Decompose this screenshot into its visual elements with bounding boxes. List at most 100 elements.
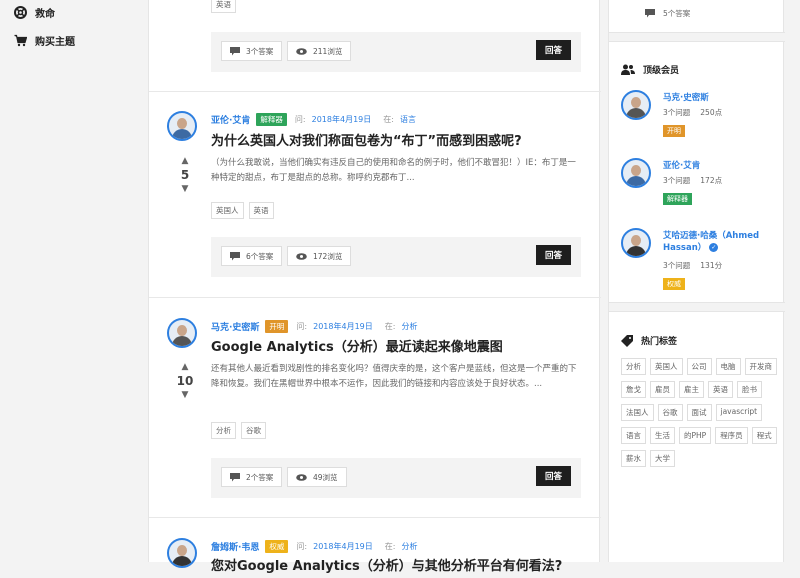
asked-label: 问: [296, 322, 308, 331]
tag-icon [621, 334, 633, 347]
question-footer: 3个答案 211浏览 回答 [211, 32, 581, 72]
vote-down-icon[interactable]: ▼ [175, 184, 195, 194]
tag[interactable]: 谷歌 [657, 404, 683, 421]
author-link[interactable]: 亚伦·艾肯 [211, 113, 250, 126]
answers-count-button[interactable]: 6个答案 [221, 246, 283, 266]
question-footer: 6个答案 172浏览 回答 [211, 237, 581, 277]
tag[interactable]: 薪水 [621, 450, 646, 467]
question-card: 亚伦·艾肯 解释器 问: 2018年4月19日 在: 语言 为什么英国人对我们称… [149, 92, 601, 298]
tag[interactable]: 法国人 [621, 404, 654, 421]
tag[interactable]: 分析 [211, 422, 236, 439]
views-count-button[interactable]: 172浏览 [287, 246, 352, 266]
question-card: 英语 3个答案 211浏览 回答 [149, 0, 601, 92]
tag[interactable]: 的PHP [679, 427, 712, 444]
tag[interactable]: 大学 [650, 450, 675, 467]
author-link[interactable]: 马克·史密斯 [211, 320, 259, 333]
question-excerpt: 还有其他人最近看到戏剧性的排名变化吗？值得庆幸的是，这个客户是蓝线，但这是一个严… [211, 364, 577, 389]
answers-count-button[interactable]: 2个答案 [221, 467, 283, 487]
question-date[interactable]: 2018年4月19日 [313, 541, 373, 552]
vote-widget: ▲ 10 ▼ [175, 362, 195, 400]
top-answers-count: 5个答案 [645, 8, 690, 19]
question-card: 詹姆斯·韦恩 权威 问: 2018年4月19日 在: 分析 您对Google A… [149, 518, 601, 578]
tag[interactable]: 分析 [621, 358, 646, 375]
avatar[interactable] [621, 90, 651, 120]
question-excerpt: （为什么我敢说，当他们确实有违反自己的使用和命名的例子时，他们不敢冒犯！）IE：… [211, 158, 576, 183]
tag[interactable]: 程式 [751, 427, 777, 444]
member-name[interactable]: 艾哈迈德·哈桑（Ahmed Hassan） ✓ [663, 230, 773, 254]
right-sidebar: 5个答案 顶级会员 马克·史密斯 3个问题 250点 开明 亚伦·艾肯 3个问题 1… [608, 0, 785, 562]
avatar[interactable] [167, 538, 197, 568]
member-stats: 3个问题 172点 [663, 176, 723, 185]
category-link[interactable]: 语言 [400, 114, 416, 125]
nav-item-help[interactable]: 救命 [14, 5, 55, 20]
divider [609, 302, 785, 312]
tag[interactable]: 雇主 [679, 381, 704, 398]
member-item: 艾哈迈德·哈桑（Ahmed Hassan） ✓ 3个问题 131分 权威 [621, 228, 781, 292]
answer-button[interactable]: 回答 [535, 245, 571, 265]
tag[interactable]: 谷歌 [241, 422, 266, 439]
nav-item-label: 购买主题 [35, 37, 75, 48]
answers-count-button[interactable]: 3个答案 [221, 41, 283, 61]
member-name[interactable]: 马克·史密斯 [663, 92, 773, 104]
question-card: 马克·史密斯 开明 问: 2018年4月19日 在: 分析 Google Ana… [149, 298, 601, 518]
tag[interactable]: 英语 [708, 381, 733, 398]
user-badge: 解释器 [663, 193, 692, 205]
left-nav: 救命 购买主题 [0, 0, 148, 562]
tag-cloud: 分析 英国人 公司 电脑 开发商詹戈 雇员 雇主 英语 脸书法国人 谷歌 面试 javascript 语… [621, 358, 781, 473]
views-count-button[interactable]: 49浏览 [287, 467, 347, 487]
nav-item-label: 救命 [35, 9, 55, 20]
tag[interactable]: 雇员 [650, 381, 675, 398]
avatar[interactable] [621, 158, 651, 188]
question-title[interactable]: 为什么英国人对我们称面包卷为“布丁”而感到困惑呢? [211, 130, 522, 149]
tag-list: 分析 谷歌 [211, 422, 271, 439]
tag[interactable]: 英语 [248, 202, 274, 219]
category-link[interactable]: 分析 [401, 321, 417, 332]
tag[interactable]: 程序员 [715, 427, 748, 444]
cart-icon [14, 34, 27, 47]
vote-count: 10 [176, 374, 194, 388]
tag-list: 英国人 英语 [211, 202, 279, 219]
comment-icon [230, 251, 240, 261]
avatar[interactable] [621, 228, 651, 258]
question-date[interactable]: 2018年4月19日 [313, 321, 373, 332]
nav-item-buy-theme[interactable]: 购买主题 [14, 33, 75, 48]
author-link[interactable]: 詹姆斯·韦恩 [211, 540, 259, 553]
answer-button[interactable]: 回答 [535, 466, 571, 486]
vote-up-icon[interactable]: ▲ [175, 156, 195, 166]
comment-icon [645, 9, 655, 18]
vote-down-icon[interactable]: ▼ [175, 390, 195, 400]
answer-button[interactable]: 回答 [535, 40, 571, 60]
tag[interactable]: 语言 [621, 427, 646, 444]
vote-up-icon[interactable]: ▲ [175, 362, 195, 372]
tag[interactable]: 脸书 [737, 381, 762, 398]
avatar[interactable] [167, 111, 197, 141]
user-badge: 解释器 [256, 113, 287, 126]
asked-label: 问: [294, 115, 306, 124]
tag[interactable]: 开发商 [744, 358, 777, 375]
question-title[interactable]: 您对Google Analytics（分析）与其他分析平台有何看法? [211, 555, 562, 574]
tag[interactable]: 詹戈 [621, 381, 646, 398]
tag[interactable]: 生活 [650, 427, 675, 444]
views-count-button[interactable]: 211浏览 [287, 41, 352, 61]
tag[interactable]: 电脑 [715, 358, 741, 375]
verified-icon: ✓ [709, 243, 719, 252]
tag[interactable]: 公司 [686, 358, 712, 375]
eye-icon [296, 252, 307, 260]
eye-icon [296, 47, 307, 55]
member-name[interactable]: 亚伦·艾肯 [663, 160, 773, 172]
tag[interactable]: javascript [715, 404, 763, 421]
tag[interactable]: 英国人 [211, 202, 244, 219]
avatar[interactable] [167, 318, 197, 348]
tag-list: 英语 [211, 0, 241, 13]
comment-icon [230, 472, 240, 482]
category-link[interactable]: 分析 [401, 541, 417, 552]
tag[interactable]: 面试 [686, 404, 712, 421]
tag[interactable]: 英语 [211, 0, 236, 13]
users-icon [621, 64, 635, 75]
user-badge: 开明 [663, 125, 685, 137]
user-badge: 开明 [265, 320, 289, 333]
question-date[interactable]: 2018年4月19日 [312, 114, 372, 125]
question-title[interactable]: Google Analytics（分析）最近读起来像地震图 [211, 336, 503, 355]
member-stats: 3个问题 250点 [663, 108, 723, 117]
tag[interactable]: 英国人 [650, 358, 683, 375]
